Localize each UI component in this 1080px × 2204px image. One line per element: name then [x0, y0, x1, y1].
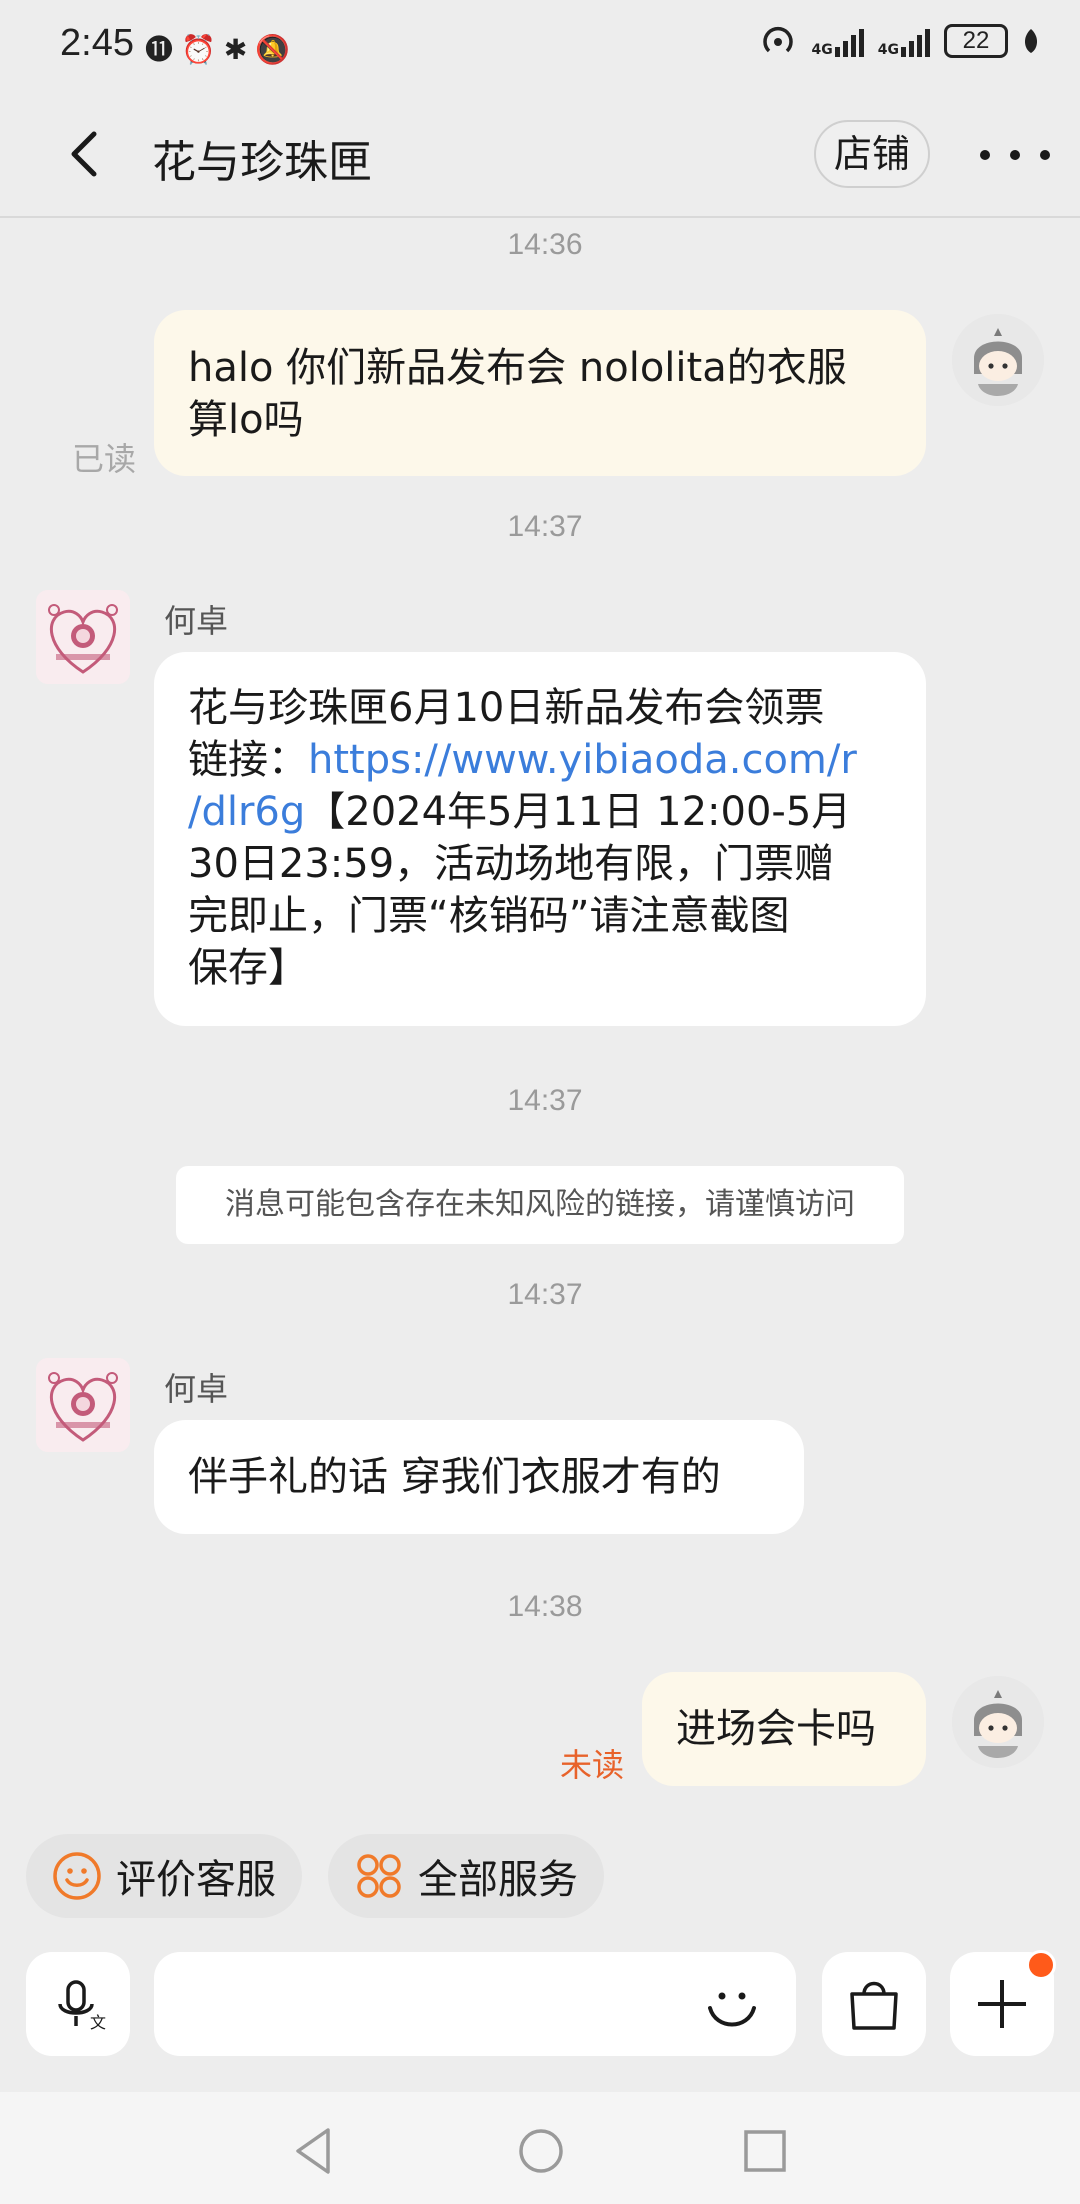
message-text: 花与珍珠匣6月10日新品发布会领票 — [188, 685, 825, 731]
nav-recents-icon[interactable] — [738, 2124, 792, 2178]
emoji-icon[interactable] — [700, 1974, 764, 2038]
network-label-2: 4G — [877, 42, 899, 58]
timestamp: 14:36 — [507, 228, 583, 261]
voice-input-button[interactable]: 文 — [26, 1952, 130, 2056]
my-message-bubble[interactable]: halo 你们新品发布会 nololita的衣服 算lo吗 — [154, 310, 926, 476]
status-right-icons: 4G 4G 22 — [762, 24, 1040, 58]
my-message-bubble[interactable]: 进场会卡吗 — [642, 1672, 926, 1786]
services-grid-icon — [357, 1854, 401, 1898]
shop-avatar[interactable] — [36, 1358, 130, 1452]
battery-level: 22 — [944, 24, 1008, 58]
status-notification-icons: ⓫⏰✱🔕 — [145, 28, 298, 68]
message-link[interactable]: https://www.yibiaoda.com/r — [308, 737, 857, 783]
input-bar: 文 — [0, 1944, 1080, 2092]
avatar-character-icon — [952, 314, 1044, 406]
timestamp: 14:37 — [507, 1084, 583, 1117]
message-link[interactable]: /dlr6g — [188, 789, 305, 835]
status-time: 2:45 — [60, 22, 134, 64]
message-text: halo 你们新品发布会 nololita的衣服 — [188, 345, 847, 391]
nav-home-icon[interactable] — [514, 2124, 568, 2178]
shop-message-bubble[interactable]: 伴手礼的话 穿我们衣服才有的 — [154, 1420, 804, 1534]
message-text: 算lo吗 — [188, 397, 304, 443]
message-text: 30日23:59，活动场地有限，门票赠 — [188, 841, 835, 887]
hd-icon: ⓫ — [145, 33, 182, 66]
shop-message-bubble[interactable]: 花与珍珠匣6月10日新品发布会领票 链接：https://www.yibiaod… — [154, 652, 926, 1026]
signal-icon-2 — [901, 25, 930, 57]
avatar-character-icon — [952, 1676, 1044, 1768]
shopping-bag-button[interactable] — [822, 1952, 926, 2056]
timestamp: 14:37 — [507, 1278, 583, 1311]
chat-header: 花与珍珠匣 店铺 — [0, 92, 1080, 218]
more-options-icon[interactable] — [980, 132, 1050, 178]
signal-icon-1 — [834, 25, 864, 57]
my-avatar[interactable] — [952, 1676, 1044, 1768]
alarm-icon: ⏰ — [181, 33, 224, 66]
smiley-icon — [53, 1852, 101, 1900]
message-text: 保存】 — [188, 945, 308, 991]
bluetooth-icon: ✱ — [223, 33, 256, 66]
message-text: 伴手礼的话 穿我们衣服才有的 — [188, 1454, 721, 1500]
my-avatar[interactable] — [952, 314, 1044, 406]
message-text: 完即止，门票“核销码”请注意截图 — [188, 893, 790, 939]
unread-status: 未读 — [560, 1746, 625, 1784]
rate-service-button[interactable]: 评价客服 — [26, 1834, 302, 1918]
sender-name: 何卓 — [164, 1370, 229, 1408]
shop-avatar[interactable] — [36, 590, 130, 684]
heart-logo-icon — [36, 590, 130, 684]
heart-logo-icon — [36, 1358, 130, 1452]
message-text: 链接： — [188, 737, 308, 783]
network-label-1: 4G — [811, 42, 833, 58]
hotspot-icon — [762, 26, 793, 53]
svg-text:文: 文 — [90, 2013, 106, 2032]
all-services-label: 全部服务 — [418, 1857, 578, 1903]
mute-icon: 🔕 — [255, 33, 299, 66]
timestamp: 14:37 — [507, 510, 583, 543]
sender-name: 何卓 — [164, 602, 229, 640]
message-text: 【2024年5月11日 12:00-5月 — [305, 789, 852, 835]
rate-service-label: 评价客服 — [116, 1857, 276, 1903]
risk-warning-notice: 消息可能包含存在未知风险的链接，请谨慎访问 — [176, 1166, 904, 1244]
system-nav-bar — [0, 2092, 1080, 2204]
shop-button[interactable]: 店铺 — [814, 120, 930, 188]
back-arrow-icon[interactable] — [56, 124, 116, 184]
shopping-bag-icon — [850, 1981, 898, 2030]
timestamp: 14:38 — [507, 1590, 583, 1623]
read-status: 已读 — [72, 440, 137, 478]
microphone-icon: 文 — [58, 1980, 106, 2032]
all-services-button[interactable]: 全部服务 — [328, 1834, 604, 1918]
nav-back-icon[interactable] — [288, 2124, 342, 2178]
status-bar: 2:45 ⓫⏰✱🔕 4G 4G 22 — [0, 0, 1080, 92]
plus-icon — [978, 1980, 1026, 2028]
notification-dot — [1026, 1950, 1056, 1980]
leaf-icon — [1024, 29, 1038, 53]
message-text: 进场会卡吗 — [676, 1706, 876, 1752]
chat-title: 花与珍珠匣 — [152, 137, 372, 188]
